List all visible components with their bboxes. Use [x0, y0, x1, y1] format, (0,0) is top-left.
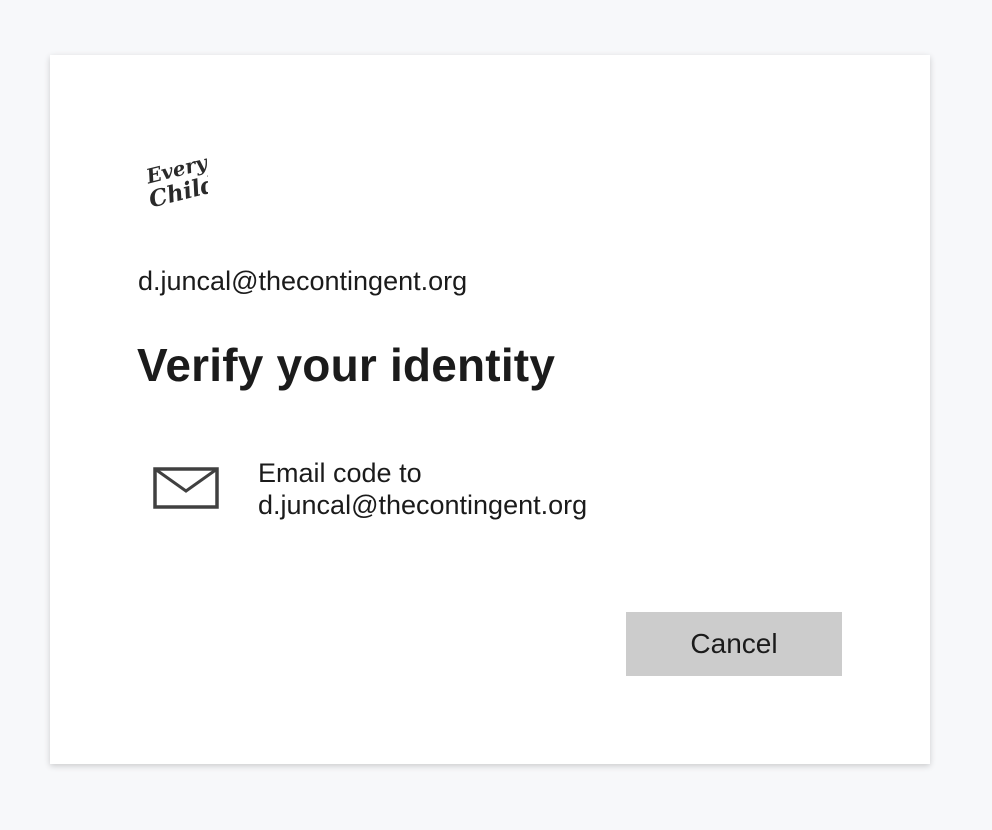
every-child-logo: Every Child: [142, 143, 219, 215]
verify-identity-card: Every Child d.juncal@thecontingent.org V…: [50, 55, 930, 764]
option-label: Email code to: [258, 458, 422, 488]
page-title: Verify your identity: [137, 339, 556, 391]
cancel-button[interactable]: Cancel: [626, 612, 842, 676]
logo-mark: Every Child: [143, 150, 219, 214]
mail-icon: [153, 467, 219, 509]
account-email: d.juncal@thecontingent.org: [138, 266, 468, 296]
option-detail: d.juncal@thecontingent.org: [258, 490, 588, 520]
email-code-option[interactable]: Email code to d.juncal@thecontingent.org: [142, 453, 662, 533]
option-text: Email code to d.juncal@thecontingent.org: [258, 457, 587, 521]
